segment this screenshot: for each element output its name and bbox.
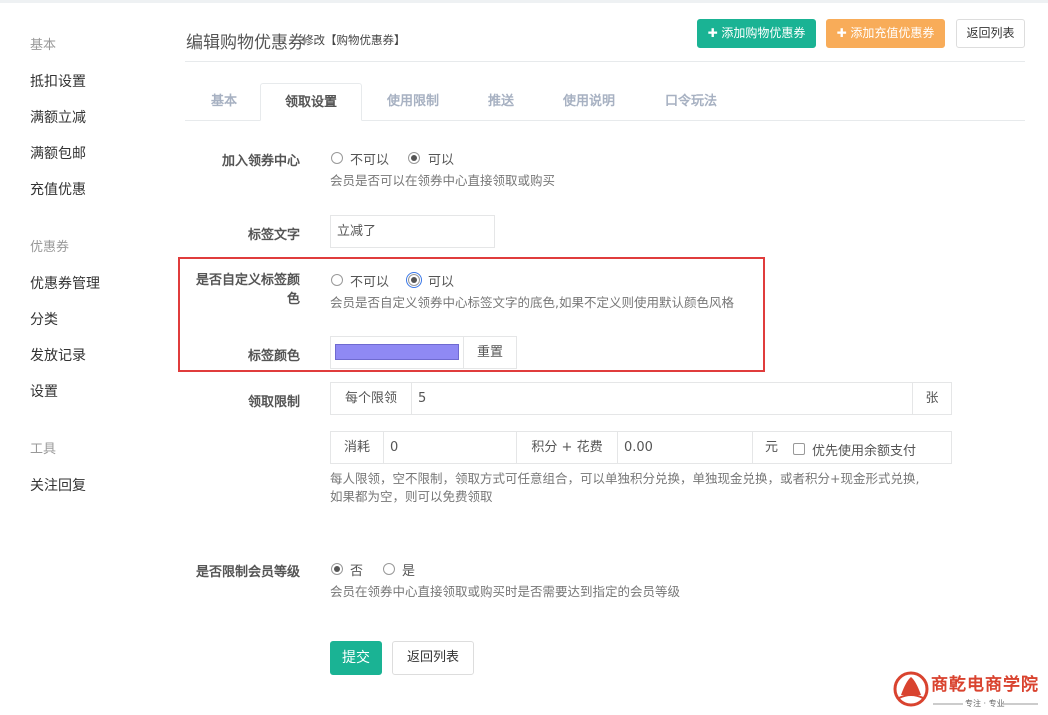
- yuan-unit: 元: [765, 440, 779, 455]
- join-center-no-label: 不可以: [350, 153, 390, 168]
- level-limit-yes-label: 是: [402, 564, 416, 579]
- sidebar-item-full-reduce[interactable]: 满额立减: [30, 107, 86, 127]
- tab-basic[interactable]: 基本: [192, 83, 256, 121]
- custom-color-label-line2: 色: [286, 292, 300, 307]
- sidebar-group-tools: 工具: [30, 442, 57, 457]
- tag-color-reset-button[interactable]: 重置: [463, 336, 517, 369]
- join-center-yes-radio[interactable]: [408, 152, 420, 164]
- per-person-limit-input[interactable]: 5: [411, 382, 913, 415]
- custom-color-help: 会员是否自定义领券中心标签文字的底色,如果不定义则使用默认颜色风格: [330, 295, 734, 310]
- header-divider: [185, 61, 1025, 62]
- custom-color-label-line1: 是否自定义标签颜: [195, 273, 300, 288]
- join-center-label: 加入领券中心: [221, 154, 300, 169]
- claim-limit-help-line2: 如果都为空，则可以免费领取: [330, 489, 493, 504]
- unit-zhang-addon: 张: [912, 382, 952, 415]
- custom-color-yes-label: 可以: [428, 275, 455, 290]
- level-limit-no-label: 否: [350, 564, 364, 579]
- sidebar-item-settings[interactable]: 设置: [30, 381, 58, 401]
- tag-color-swatch[interactable]: [335, 344, 459, 360]
- tab-push[interactable]: 推送: [470, 83, 532, 121]
- sidebar-item-coupon-manage[interactable]: 优惠券管理: [30, 273, 100, 293]
- per-person-addon: 每个限领: [330, 382, 412, 415]
- add-recharge-coupon-button[interactable]: ✚ 添加充值优惠券: [826, 19, 945, 48]
- level-limit-help: 会员在领券中心直接领取或购买时是否需要达到指定的会员等级: [330, 584, 681, 599]
- balance-pay-label: 优先使用余额支付: [812, 444, 917, 459]
- brand-slogan: 专注 · 专业: [965, 699, 1005, 708]
- join-center-help: 会员是否可以在领券中心直接领取或购买: [330, 173, 556, 188]
- submit-button[interactable]: 提交: [330, 641, 382, 675]
- level-limit-no-radio[interactable]: [331, 563, 343, 575]
- join-center-yes-label: 可以: [428, 153, 455, 168]
- form-back-to-list-button[interactable]: 返回列表: [392, 641, 474, 675]
- cost-money-input[interactable]: 0.00: [617, 431, 753, 464]
- level-limit-label: 是否限制会员等级: [195, 565, 300, 580]
- consume-points-input[interactable]: 0: [383, 431, 517, 464]
- sidebar: 基本 抵扣设置 满额立减 满额包邮 充值优惠 优惠券 优惠券管理 分类 发放记录…: [0, 0, 160, 715]
- tag-text-input[interactable]: 立减了: [330, 215, 495, 248]
- tab-password-play[interactable]: 口令玩法: [650, 83, 732, 121]
- claim-limit-help-line1: 每人限领，空不限制，领取方式可任意组合，可以单独积分兑换，单独现金兑换，或者积分…: [330, 471, 920, 486]
- brand-watermark: 商亁电商学院 专注 · 专业: [893, 668, 1043, 710]
- sidebar-item-issue-record[interactable]: 发放记录: [30, 345, 86, 365]
- brand-name: 商亁电商学院: [931, 675, 1039, 695]
- balance-pay-checkbox[interactable]: [793, 443, 805, 455]
- sidebar-item-free-shipping[interactable]: 满额包邮: [30, 143, 86, 163]
- add-shopping-coupon-button[interactable]: ✚ 添加购物优惠券: [697, 19, 816, 48]
- tab-usage-instructions[interactable]: 使用说明: [548, 83, 630, 121]
- custom-color-label: 是否自定义标签颜 色: [185, 271, 300, 309]
- custom-color-no-radio[interactable]: [331, 274, 343, 286]
- sidebar-item-follow-reply[interactable]: 关注回复: [30, 475, 86, 495]
- sidebar-group-basic: 基本: [30, 38, 57, 53]
- claim-limit-label: 领取限制: [247, 395, 300, 410]
- points-plus-cost-addon: 积分 + 花费: [516, 431, 618, 464]
- sidebar-item-category[interactable]: 分类: [30, 309, 58, 329]
- level-limit-yes-radio[interactable]: [383, 563, 395, 575]
- join-center-no-radio[interactable]: [331, 152, 343, 164]
- back-to-list-button[interactable]: 返回列表: [956, 19, 1025, 48]
- tab-claim-settings[interactable]: 领取设置: [260, 83, 362, 121]
- custom-color-yes-radio[interactable]: [406, 272, 422, 288]
- tag-color-label: 标签颜色: [247, 349, 300, 364]
- sidebar-item-deduction[interactable]: 抵扣设置: [30, 71, 86, 91]
- sidebar-group-coupon: 优惠券: [30, 240, 70, 255]
- tag-text-label: 标签文字: [247, 228, 300, 243]
- page-title: 编辑购物优惠券: [186, 33, 305, 53]
- consume-addon: 消耗: [330, 431, 384, 464]
- tab-usage-limit[interactable]: 使用限制: [372, 83, 454, 121]
- sidebar-item-recharge-discount[interactable]: 充值优惠: [30, 179, 86, 199]
- custom-color-no-label: 不可以: [350, 275, 390, 290]
- page-subtitle: 修改【购物优惠券】: [302, 33, 406, 47]
